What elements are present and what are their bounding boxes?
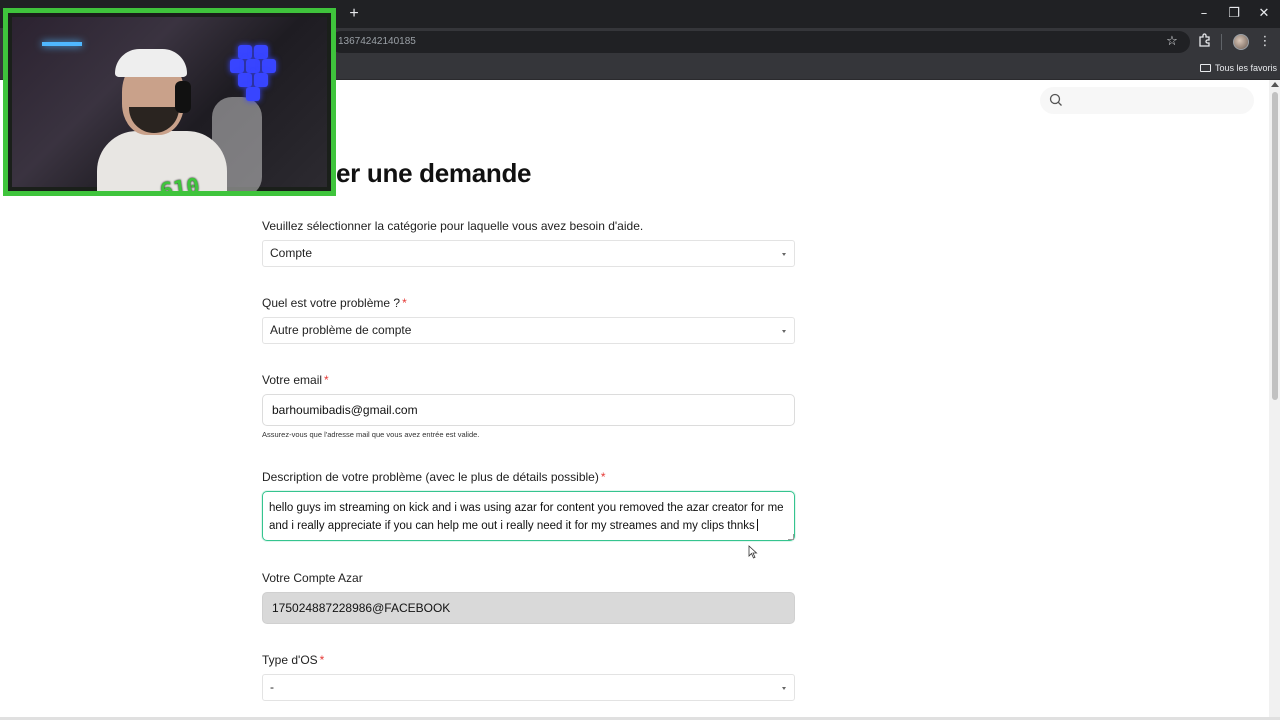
text-caret: [756, 519, 758, 531]
scroll-up-arrow-icon[interactable]: [1271, 82, 1279, 87]
required-marker: *: [600, 470, 606, 484]
minimize-button[interactable]: –: [1192, 4, 1216, 24]
webcam-feed: 610: [12, 17, 327, 191]
profile-avatar[interactable]: [1233, 34, 1249, 50]
category-select-value: Compte: [270, 246, 313, 260]
required-marker: *: [324, 373, 329, 387]
chevron-down-icon: [782, 330, 786, 333]
bookmark-star-icon[interactable]: ☆: [1163, 33, 1181, 51]
category-select[interactable]: Compte: [262, 240, 795, 267]
help-search-input[interactable]: [1040, 87, 1254, 114]
email-field[interactable]: barhoumibadis@gmail.com: [262, 394, 795, 426]
toolbar-separator: [1221, 34, 1222, 50]
restore-button[interactable]: ❐: [1222, 4, 1246, 24]
extensions-icon[interactable]: [1196, 33, 1214, 51]
description-value: hello guys im streaming on kick and i wa…: [269, 502, 784, 532]
menu-kebab-icon[interactable]: ⋮: [1256, 33, 1274, 51]
chevron-down-icon: [782, 253, 786, 256]
address-bar[interactable]: 13674242140185: [330, 31, 1190, 53]
required-marker: *: [319, 653, 325, 667]
azar-account-field: 175024887228986@FACEBOOK: [262, 592, 795, 624]
os-label-text: Type d'OS: [262, 653, 318, 667]
url-text: 13674242140185: [338, 36, 416, 47]
mouse-cursor-icon: [748, 545, 758, 559]
webcam-overlay: 610: [3, 8, 336, 196]
account-label: Votre Compte Azar: [262, 571, 363, 585]
description-textarea[interactable]: hello guys im streaming on kick and i wa…: [262, 491, 795, 541]
textarea-resize-handle[interactable]: [788, 534, 794, 540]
new-tab-button[interactable]: +: [345, 5, 363, 23]
folder-icon: [1200, 64, 1211, 72]
required-marker: *: [402, 296, 407, 310]
description-label: Description de votre problème (avec le p…: [262, 470, 606, 484]
email-label: Votre email *: [262, 373, 329, 387]
email-field-value: barhoumibadis@gmail.com: [272, 403, 418, 417]
search-icon: [1049, 93, 1062, 106]
led-strip: [42, 42, 82, 46]
puzzle-icon: [1199, 33, 1210, 47]
hexagon-lights: [224, 45, 294, 115]
scrollbar-thumb[interactable]: [1272, 92, 1278, 400]
os-select-value: -: [270, 680, 274, 694]
chevron-down-icon: [782, 687, 786, 690]
os-label: Type d'OS *: [262, 653, 324, 667]
problem-label: Quel est votre problème ? *: [262, 296, 407, 310]
bookmarks-folder-all[interactable]: Tous les favoris: [1200, 61, 1277, 75]
problem-select[interactable]: Autre problème de compte: [262, 317, 795, 344]
page-title: er une demande: [336, 158, 532, 188]
category-prompt: Veuillez sélectionner la catégorie pour …: [262, 219, 644, 233]
bookmarks-folder-label: Tous les favoris: [1215, 63, 1278, 73]
azar-account-value: 175024887228986@FACEBOOK: [272, 601, 451, 615]
streamer: [97, 39, 227, 191]
email-label-text: Votre email: [262, 373, 323, 387]
close-window-button[interactable]: ✕: [1252, 4, 1276, 24]
email-hint: Assurez-vous que l'adresse mail que vous…: [262, 430, 480, 439]
description-label-text: Description de votre problème (avec le p…: [262, 470, 599, 484]
problem-select-value: Autre problème de compte: [270, 323, 412, 337]
problem-label-text: Quel est votre problème ?: [262, 296, 401, 310]
os-select[interactable]: -: [262, 674, 795, 701]
